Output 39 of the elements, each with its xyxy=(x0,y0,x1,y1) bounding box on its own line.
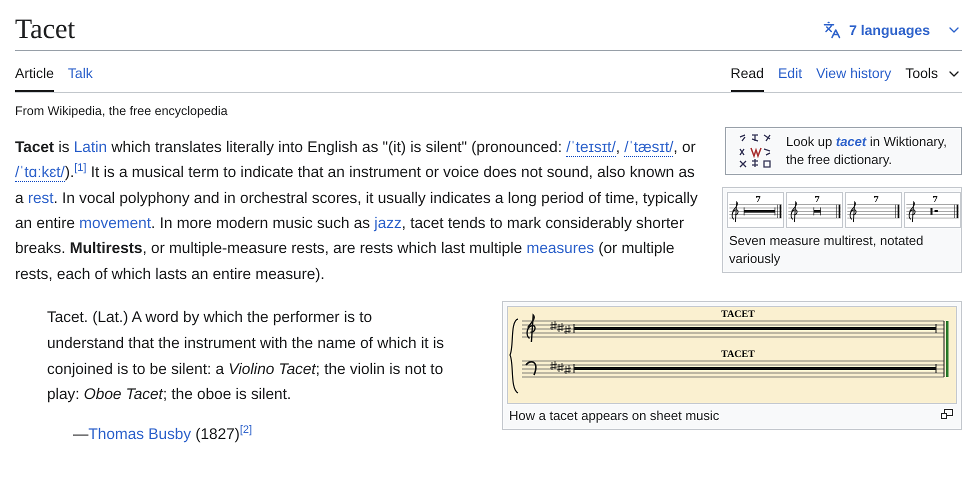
language-button[interactable]: 7 languages xyxy=(823,20,962,40)
page-title: Tacet xyxy=(15,14,76,46)
brace-icon xyxy=(509,318,518,394)
figure-caption: Seven measure multirest, notated variously xyxy=(728,232,924,268)
figure-caption: How a tacet appears on sheet music xyxy=(508,407,720,426)
pronunciation-link[interactable]: /ˈtæsɪt/ xyxy=(624,138,674,157)
page-tab[interactable]: Article xyxy=(15,59,54,92)
article-link[interactable]: jazz xyxy=(374,214,402,232)
article-link[interactable]: measures xyxy=(526,240,594,258)
tagline: From Wikipedia, the free encyclopedia xyxy=(15,103,229,120)
page-tab[interactable]: Read xyxy=(730,59,764,92)
page-tab[interactable]: View history xyxy=(816,59,892,92)
pronunciation-link[interactable]: /ˈtɑːkɛt/ xyxy=(15,164,65,182)
article-link[interactable]: movement xyxy=(79,214,152,232)
translate-icon xyxy=(823,21,842,39)
multirest-image: 7 xyxy=(786,192,843,228)
tools-menu[interactable]: Tools xyxy=(905,63,962,92)
multirest-image: 7 xyxy=(727,192,784,228)
enlarge-icon[interactable] xyxy=(941,409,953,420)
bass-clef-icon xyxy=(525,361,537,376)
lead-paragraph: Tacet is Latin which translates literally into English as "(it) is silent" (pronounced: /ˈteɪsɪt/, /ˈtæsɪt/, or /ˈtɑːkɛt/).$^{[1]}$ It is a musical term to indicate that an instrument or voice does not sound, also known as a rest. In vocal polyphony and in orchestral scores, it usually indicates a long period of time, typically an entire movement. In more modern music such as jazz, tacet tends to mark considerably shorter breaks. Multirests, or multiple-measure rests, are rests which last multiple measures (or multiple rests, each of which lasts an entire measure). xyxy=(15,138,699,285)
quote-attribution: —Thomas Busby (1827)$^{[2]}$ xyxy=(73,423,254,445)
page-tab[interactable]: Talk xyxy=(68,59,93,92)
reference-link[interactable]: [1] xyxy=(74,162,86,174)
article-link[interactable]: Thomas Busby xyxy=(88,426,192,443)
key-signature-icon xyxy=(550,360,572,375)
key-signature-icon xyxy=(550,320,572,335)
article-link[interactable]: Latin xyxy=(74,138,108,156)
article-link[interactable]: rest xyxy=(28,190,54,207)
quote-text: Tacet. (Lat.) A word by which the performer is to understand that the instrument with the name of which it is conjoined is to be silent: a Violino Tacet; the violin is not to play: Oboe Tacet; the oboe is silent. xyxy=(47,308,445,406)
pronunciation-link[interactable]: /ˈteɪsɪt/ xyxy=(566,138,616,157)
wiktionary-link[interactable]: tacet xyxy=(836,134,866,150)
page-tab[interactable]: Edit xyxy=(778,59,802,92)
multirest-image: 7 xyxy=(845,192,902,228)
multirest-image: 7 xyxy=(904,192,961,228)
treble-clef-icon xyxy=(526,314,536,343)
reference-link[interactable]: [2] xyxy=(240,424,252,436)
wiktionary-text: Look up tacet in Wiktionary, the free dictionary. xyxy=(786,133,948,168)
sheet-music-image: TACET TACET xyxy=(507,306,957,404)
